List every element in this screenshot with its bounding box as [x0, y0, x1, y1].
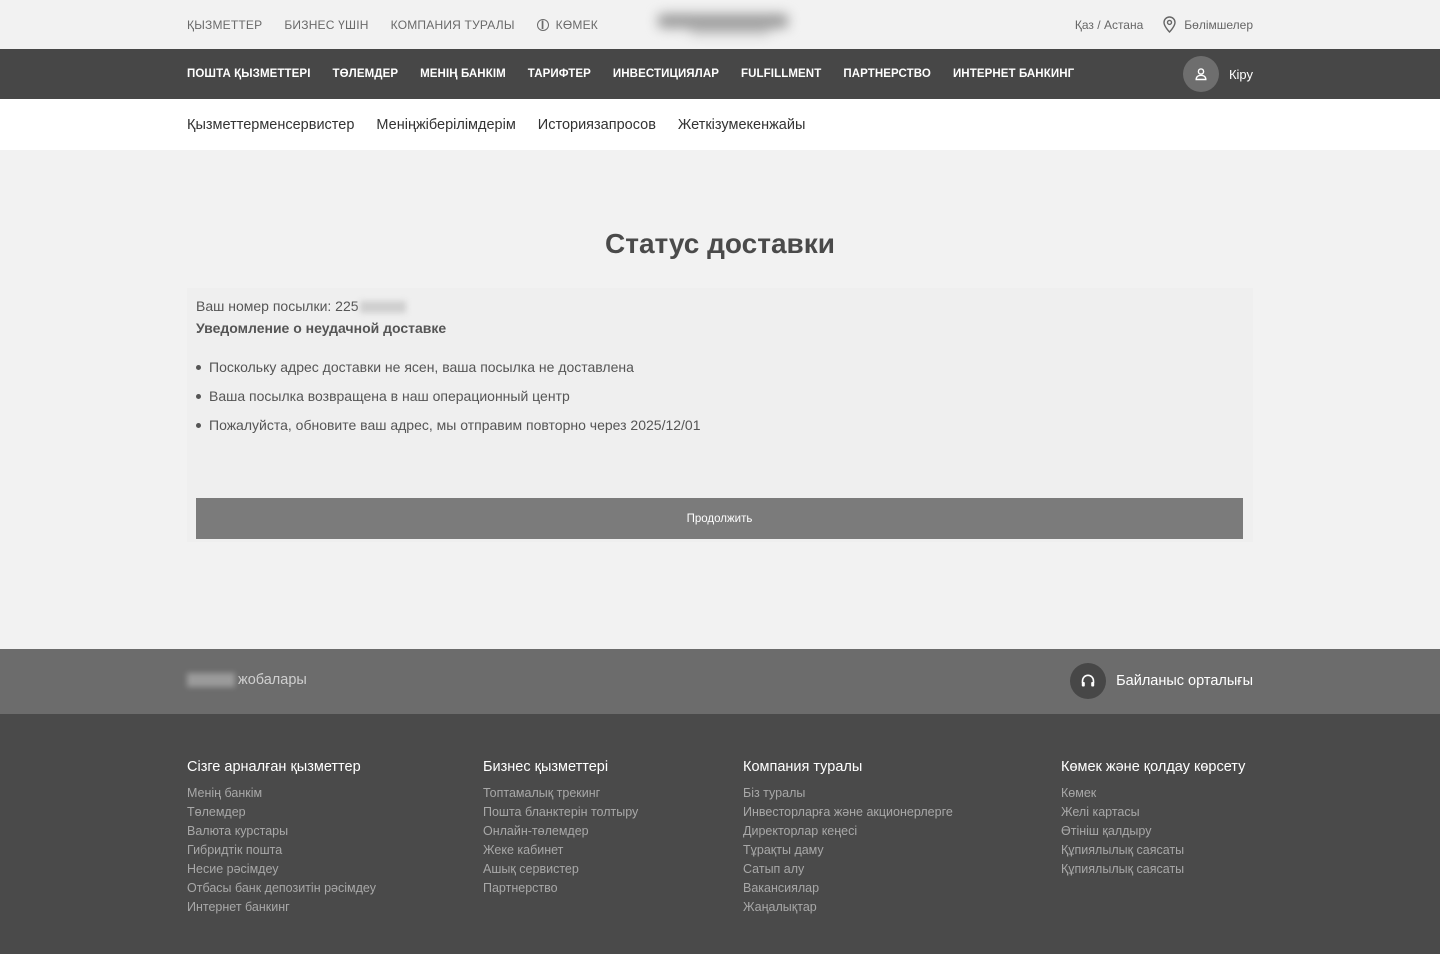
- footer-link[interactable]: Желі картасы: [1061, 805, 1245, 824]
- nav-item-investments[interactable]: ИНВЕСТИЦИЯЛАР: [613, 68, 719, 80]
- user-icon: [1182, 56, 1219, 92]
- subnav-item-my-shipments[interactable]: Менiңжiберiлiмдерiм: [376, 117, 515, 133]
- sub-nav: Қызметтерменсервистер Менiңжiберiлiмдерi…: [0, 99, 1440, 150]
- projects-label: жобалары: [238, 672, 307, 688]
- list-item: Ваша посылка возвращена в наш операционн…: [196, 388, 701, 417]
- delivery-status-card: Ваш номер посылки: 225 Уведомление о неу…: [187, 288, 1253, 542]
- nav-item-tariffs[interactable]: ТАРИФТЕР: [528, 68, 591, 80]
- footer-column-title: Көмек және қолдау көрсету: [1061, 759, 1246, 775]
- nav-item-postal-services[interactable]: ПОШТА ҚЫЗМЕТТЕРІ: [187, 68, 310, 80]
- parcel-number-label: Ваш номер посылки: 225: [196, 298, 359, 314]
- help-link[interactable]: i КӨМЕК: [536, 17, 598, 32]
- status-bullet-list: Поскольку адрес доставки не ясен, ваша п…: [196, 359, 701, 446]
- top-link-about[interactable]: КОМПАНИЯ ТУРАЛЫ: [391, 18, 515, 32]
- projects-brand-redacted: [187, 673, 235, 687]
- login-label: Кіру: [1228, 66, 1253, 82]
- footer-link[interactable]: Интернет банкинг: [187, 900, 376, 919]
- headset-icon: [1070, 663, 1107, 699]
- footer: Сізге арналған қызметтер Менің банкім Тө…: [0, 714, 1440, 954]
- main-nav: ПОШТА ҚЫЗМЕТТЕРІ ТӨЛЕМДЕР МЕНІҢ БАНКІМ Т…: [0, 49, 1440, 99]
- nav-item-payments[interactable]: ТӨЛЕМДЕР: [332, 68, 398, 80]
- footer-link[interactable]: Өтініш қалдыру: [1061, 824, 1245, 843]
- footer-link[interactable]: Төлемдер: [187, 805, 376, 824]
- footer-link[interactable]: Партнерство: [483, 881, 638, 900]
- top-link-business[interactable]: БИЗНЕС ҮШІН: [284, 18, 368, 32]
- footer-link[interactable]: Вакансиялар: [743, 881, 953, 900]
- footer-link[interactable]: Құпиялылық саясаты: [1061, 862, 1245, 881]
- top-right: Қаз / Астана Бөлімшелер: [1075, 0, 1253, 49]
- language-city-selector[interactable]: Қаз / Астана: [1075, 18, 1143, 32]
- footer-link[interactable]: Менің банкім: [187, 786, 376, 805]
- footer-link[interactable]: Құпиялылық саясаты: [1061, 843, 1245, 862]
- footer-column-title: Сізге арналған қызметтер: [187, 759, 361, 775]
- footer-link[interactable]: Онлайн-төлемдер: [483, 824, 638, 843]
- footer-link[interactable]: Валюта курстары: [187, 824, 376, 843]
- footer-column-title: Бизнес қызметтері: [483, 759, 609, 775]
- nav-item-my-bank[interactable]: МЕНІҢ БАНКІМ: [420, 68, 506, 80]
- footer-link[interactable]: Сатып алу: [743, 862, 953, 881]
- footer-link[interactable]: Жеке кабинет: [483, 843, 638, 862]
- parcel-number-redacted: [359, 301, 406, 314]
- footer-column-company: Компания туралы Біз туралы Инвесторларға…: [743, 759, 953, 919]
- top-utility-bar: ҚЫЗМЕТТЕР БИЗНЕС ҮШІН КОМПАНИЯ ТУРАЛЫ i …: [0, 0, 1440, 49]
- footer-link[interactable]: Топтамалық трекинг: [483, 786, 638, 805]
- footer-column-title: Компания туралы: [743, 759, 863, 775]
- list-item: Пожалуйста, обновите ваш адрес, мы отпра…: [196, 417, 701, 446]
- footer-link[interactable]: Инвесторларға және акционерлерге: [743, 805, 953, 824]
- failed-delivery-notice: Уведомление о неудачной доставке: [196, 320, 447, 336]
- contact-center-label: Байланыс орталығы: [1116, 673, 1253, 689]
- nav-item-internet-banking[interactable]: ИНТЕРНЕТ БАНКИНГ: [953, 68, 1074, 80]
- footer-link[interactable]: Ашық сервистер: [483, 862, 638, 881]
- page-title: Статус доставки: [605, 228, 835, 259]
- footer-link[interactable]: Директорлар кеңесі: [743, 824, 953, 843]
- list-item: Поскольку адрес доставки не ясен, ваша п…: [196, 359, 701, 388]
- footer-link[interactable]: Несие рәсімдеу: [187, 862, 376, 881]
- footer-link[interactable]: Отбасы банк депозитін рәсімдеу: [187, 881, 376, 900]
- footer-link[interactable]: Гибридтік пошта: [187, 843, 376, 862]
- footer-column-help: Көмек және қолдау көрсету Көмек Желі кар…: [1061, 759, 1245, 881]
- footer-link[interactable]: Біз туралы: [743, 786, 953, 805]
- subnav-item-delivery-address[interactable]: Жеткізумекенжайы: [678, 117, 805, 133]
- parcel-number: Ваш номер посылки: 225: [196, 298, 406, 314]
- location-pin-icon: [1163, 16, 1176, 33]
- top-link-services[interactable]: ҚЫЗМЕТТЕР: [187, 18, 262, 32]
- main-content: Статус доставки Ваш номер посылки: 225 У…: [0, 150, 1440, 649]
- branches-label: Бөлімшелер: [1184, 17, 1253, 32]
- footer-link[interactable]: Көмек: [1061, 786, 1245, 805]
- branches-link[interactable]: Бөлімшелер: [1163, 16, 1253, 33]
- help-label: КӨМЕК: [555, 17, 598, 32]
- nav-item-fulfillment[interactable]: FULFILLMENT: [741, 68, 821, 80]
- continue-button[interactable]: Продолжить: [196, 498, 1243, 539]
- footer-link[interactable]: Жаңалықтар: [743, 900, 953, 919]
- nav-item-partnership[interactable]: ПАРТНЕРСТВО: [843, 68, 931, 80]
- footer-column-personal: Сізге арналған қызметтер Менің банкім Тө…: [187, 759, 376, 919]
- top-links: ҚЫЗМЕТТЕР БИЗНЕС ҮШІН КОМПАНИЯ ТУРАЛЫ i …: [187, 0, 598, 49]
- subnav-item-request-history[interactable]: Историязапросов: [538, 117, 656, 133]
- logo[interactable]: [650, 10, 800, 38]
- footer-column-business: Бизнес қызметтері Топтамалық трекинг Пош…: [483, 759, 638, 900]
- footer-link[interactable]: Тұрақты даму: [743, 843, 953, 862]
- footer-link[interactable]: Пошта бланктерін толтыру: [483, 805, 638, 824]
- login-button[interactable]: Кіру: [1182, 56, 1253, 92]
- contact-center-link[interactable]: Байланыс орталығы: [1070, 663, 1253, 699]
- info-icon: i: [536, 18, 549, 32]
- projects-link[interactable]: жобалары: [187, 672, 307, 688]
- projects-strip: жобалары Байланыс орталығы: [0, 649, 1440, 714]
- subnav-item-services[interactable]: Қызметтерменсервистер: [187, 117, 354, 133]
